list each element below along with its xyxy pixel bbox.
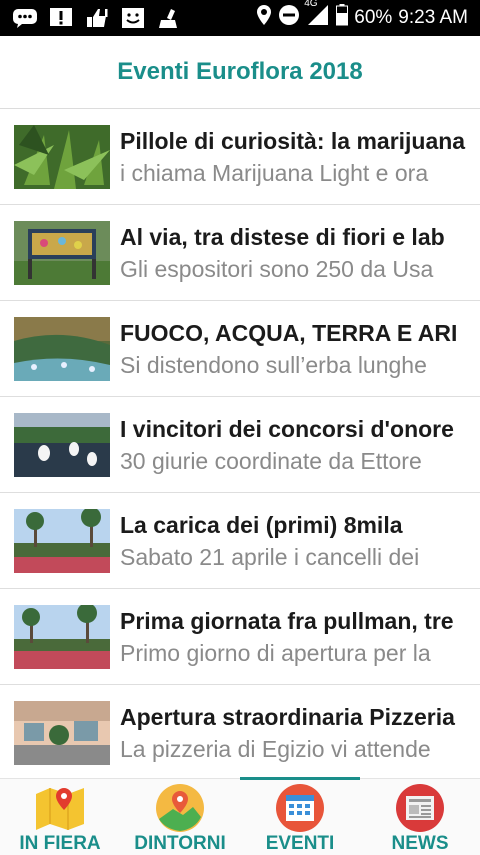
article-thumbnail bbox=[14, 412, 110, 477]
list-item[interactable]: Al via, tra distese di fiori e lab Gli e… bbox=[0, 205, 480, 301]
signal-icon: 4G bbox=[304, 0, 330, 32]
status-bar: 4G 60% 9:23 AM bbox=[0, 0, 480, 36]
network-type: 4G bbox=[304, 0, 318, 9]
article-title: La carica dei (primi) 8mila bbox=[120, 511, 403, 538]
alert-notification-icon bbox=[48, 7, 74, 29]
article-subtitle: Primo giorno di apertura per la bbox=[120, 639, 431, 666]
article-subtitle: 30 giurie coordinate da Ettore bbox=[120, 447, 422, 474]
battery-icon bbox=[336, 4, 349, 32]
article-title: Pillole di curiosità: la marijuana bbox=[120, 127, 466, 154]
article-subtitle: La pizzeria di Egizio vi attende bbox=[120, 735, 431, 762]
article-subtitle: i chiama Marijuana Light e ora bbox=[120, 159, 429, 186]
system-status: 4G 60% 9:23 AM bbox=[256, 0, 480, 32]
app-bar: Eventi Euroflora 2018 bbox=[0, 36, 480, 109]
location-icon bbox=[256, 4, 272, 32]
list-item[interactable]: Apertura straordinaria Pizzeria La pizze… bbox=[0, 685, 480, 777]
nav-tab-news[interactable]: NEWS bbox=[360, 779, 480, 855]
nav-tab-eventi[interactable]: EVENTI bbox=[240, 777, 360, 855]
article-thumbnail bbox=[14, 508, 110, 573]
events-list[interactable]: Pillole di curiosità: la marijuana i chi… bbox=[0, 109, 480, 777]
list-item[interactable]: I vincitori dei concorsi d'onore 30 giur… bbox=[0, 397, 480, 493]
list-item[interactable]: La carica dei (primi) 8mila Sabato 21 ap… bbox=[0, 493, 480, 589]
article-thumbnail bbox=[14, 124, 110, 189]
calendar-icon bbox=[273, 783, 327, 833]
battery-level: 60% bbox=[354, 7, 393, 28]
article-subtitle: Gli espositori sono 250 da Usa bbox=[120, 255, 434, 282]
thumbs-alert-icon bbox=[84, 7, 110, 29]
article-title: FUOCO, ACQUA, TERRA E ARI bbox=[120, 319, 458, 346]
page-title: Eventi Euroflora 2018 bbox=[117, 58, 363, 85]
notification-icons bbox=[0, 7, 256, 29]
nav-label: IN FIERA bbox=[19, 833, 101, 854]
nav-label: DINTORNI bbox=[134, 833, 226, 854]
chat-notification-icon bbox=[12, 7, 38, 29]
list-item[interactable]: Prima giornata fra pullman, tre Primo gi… bbox=[0, 589, 480, 685]
article-thumbnail bbox=[14, 220, 110, 285]
article-title: I vincitori dei concorsi d'onore bbox=[120, 415, 454, 442]
bottom-navigation: IN FIERA DINTORNI EVENTI NEWS bbox=[0, 777, 480, 855]
article-title: Al via, tra distese di fiori e lab bbox=[120, 223, 445, 250]
nav-tab-in-fiera[interactable]: IN FIERA bbox=[0, 779, 120, 855]
list-item[interactable]: Pillole di curiosità: la marijuana i chi… bbox=[0, 109, 480, 205]
nav-label: NEWS bbox=[391, 833, 449, 854]
newspaper-icon bbox=[393, 783, 447, 833]
list-item[interactable]: FUOCO, ACQUA, TERRA E ARI Si distendono … bbox=[0, 301, 480, 397]
nav-tab-dintorni[interactable]: DINTORNI bbox=[120, 779, 240, 855]
article-thumbnail bbox=[14, 700, 110, 765]
smiley-notification-icon bbox=[120, 7, 146, 29]
active-tab-indicator bbox=[240, 777, 360, 780]
do-not-disturb-icon bbox=[278, 4, 300, 32]
article-thumbnail bbox=[14, 316, 110, 381]
article-title: Prima giornata fra pullman, tre bbox=[120, 607, 454, 634]
article-subtitle: Sabato 21 aprile i cancelli dei bbox=[120, 543, 420, 570]
location-pin-icon bbox=[153, 783, 207, 833]
article-subtitle: Si distendono sull’erba lunghe bbox=[120, 351, 427, 378]
nav-label: EVENTI bbox=[265, 833, 335, 854]
clock: 9:23 AM bbox=[398, 7, 468, 28]
cleaner-icon bbox=[156, 7, 182, 29]
article-thumbnail bbox=[14, 604, 110, 669]
map-pin-icon bbox=[33, 783, 87, 833]
article-title: Apertura straordinaria Pizzeria bbox=[120, 703, 455, 730]
